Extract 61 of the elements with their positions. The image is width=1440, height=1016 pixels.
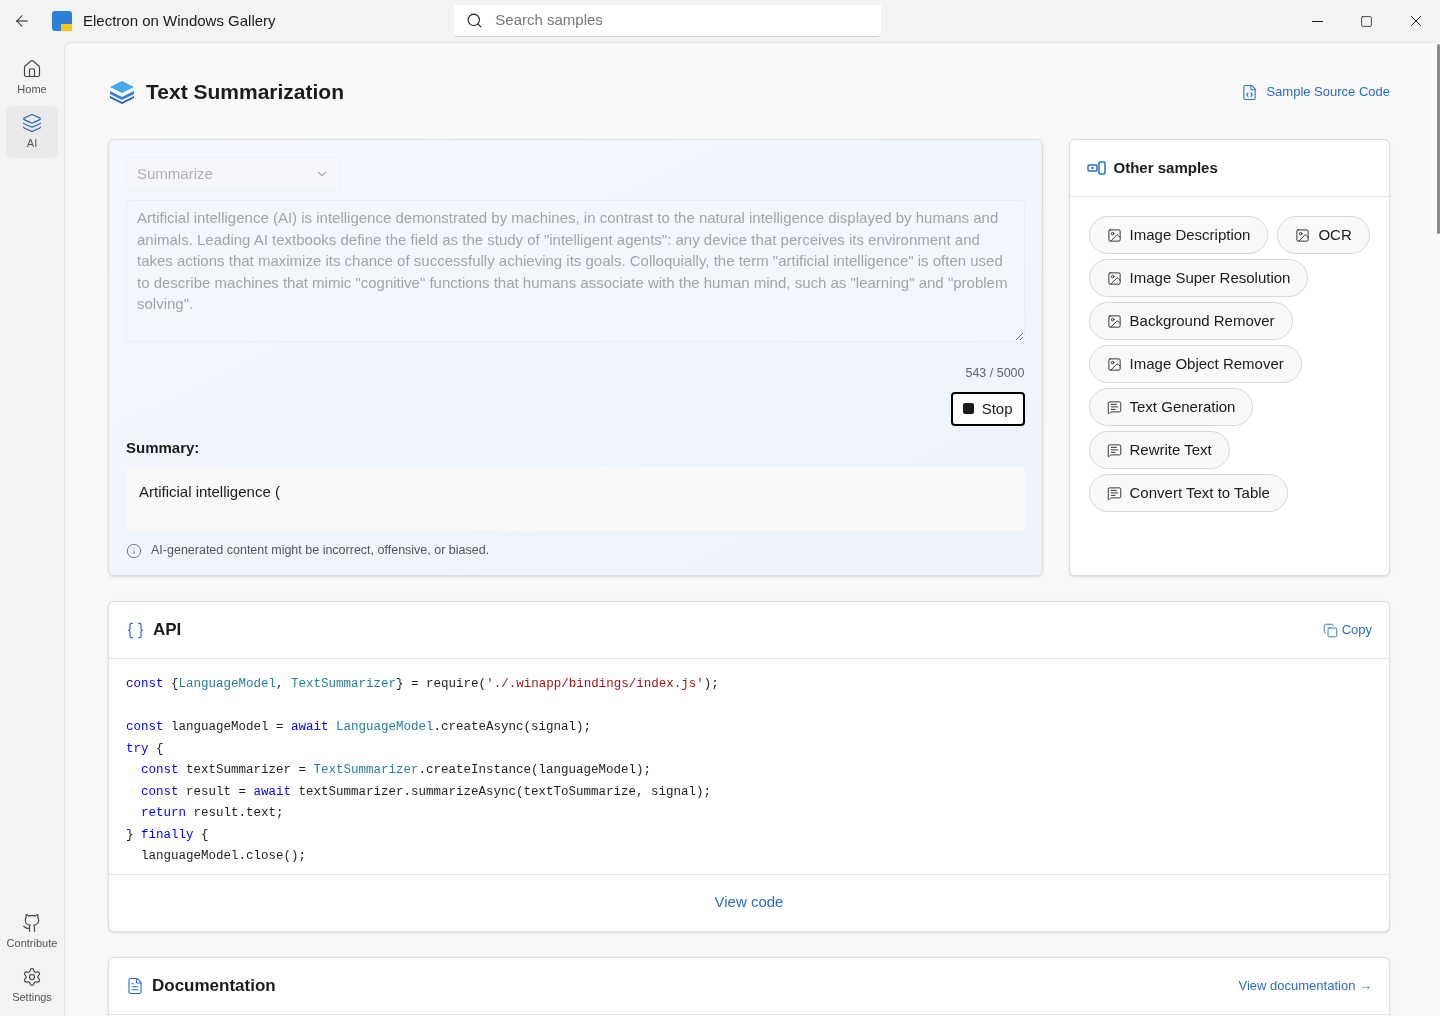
source-code-link[interactable]: Sample Source Code (1241, 82, 1390, 102)
layers-logo-icon (108, 78, 136, 106)
layers-icon (22, 112, 42, 133)
nav-item[interactable]: Contribute (6, 906, 58, 958)
sample-chip[interactable]: OCR (1277, 216, 1370, 254)
sample-chip[interactable]: Background Remover (1088, 302, 1293, 340)
maximize-icon (1360, 14, 1373, 28)
braces-icon (126, 620, 145, 640)
samples-icon (1086, 161, 1106, 175)
minimize-icon (1312, 20, 1323, 22)
scrollbar-thumb[interactable] (1436, 44, 1440, 234)
copy-icon (1322, 622, 1338, 638)
image-icon (1295, 227, 1311, 243)
page-title: Text Summarization (146, 79, 344, 106)
code-line: return result.text; (140, 805, 284, 822)
chat-icon (1106, 485, 1122, 501)
sample-chip[interactable]: Image Object Remover (1088, 345, 1302, 383)
code-line: languageModel.close(); (140, 848, 307, 865)
sample-chip[interactable]: Convert Text to Table (1088, 474, 1288, 512)
app-logo-icon (51, 10, 73, 32)
nav-item[interactable]: Home (6, 52, 58, 104)
view-documentation-link[interactable]: View documentation → (1238, 975, 1372, 996)
sample-chip[interactable]: Rewrite Text (1088, 431, 1230, 469)
code-line: const {LanguageModel, TextSummarizer} = require('./.winapp/bindings/index.js'); (126, 676, 719, 693)
code-line: try { (126, 740, 164, 758)
code-file-icon (1241, 83, 1259, 101)
sample-chip[interactable]: Image Super Resolution (1088, 259, 1309, 297)
window-title: Electron on Windows Gallery (83, 10, 276, 31)
summary-output: Artificial intelligence ( (126, 467, 1025, 532)
summary-label: Summary: (126, 437, 201, 458)
stop-icon (962, 403, 974, 415)
search-input[interactable]: Search samples (495, 9, 870, 32)
chat-icon (1106, 442, 1122, 458)
card-title: Documentation (152, 974, 276, 997)
github-icon (22, 912, 42, 933)
search-field[interactable]: Search samples (454, 5, 882, 37)
chat-icon (1106, 399, 1122, 415)
card-title: API (153, 619, 182, 642)
gear-icon (22, 966, 42, 987)
sample-chip[interactable]: Text Generation (1088, 388, 1254, 426)
card-title: Other samples (1113, 157, 1218, 178)
copy-button[interactable]: Copy (1322, 620, 1372, 640)
document-icon (126, 976, 144, 995)
code-line: const languageModel = await LanguageModel.createAsync(signal); (126, 719, 592, 736)
nav-item[interactable]: Settings (6, 960, 58, 1012)
code-line: const textSummarizer = TextSummarizer.createInstance(languageModel); (140, 762, 652, 779)
search-icon (466, 12, 484, 29)
image-icon (1106, 227, 1122, 243)
image-icon (1106, 356, 1122, 372)
view-code-link[interactable]: View code (714, 891, 784, 914)
sample-chip[interactable]: Image Description (1088, 216, 1269, 254)
image-icon (1106, 313, 1122, 329)
stop-button[interactable]: Stop (950, 391, 1025, 426)
nav-item[interactable]: AI (6, 106, 58, 158)
home-icon (22, 58, 42, 79)
disclaimer-text: AI-generated content might be incorrect, offensive, or biased. (151, 542, 490, 560)
code-line: const result = await textSummarizer.summarizeAsync(textToSummarize, signal); (140, 783, 712, 801)
info-icon (126, 542, 142, 559)
image-icon (1106, 270, 1122, 286)
code-line: } finally { (126, 826, 209, 844)
character-counter: 543 / 5000 (965, 365, 1025, 382)
